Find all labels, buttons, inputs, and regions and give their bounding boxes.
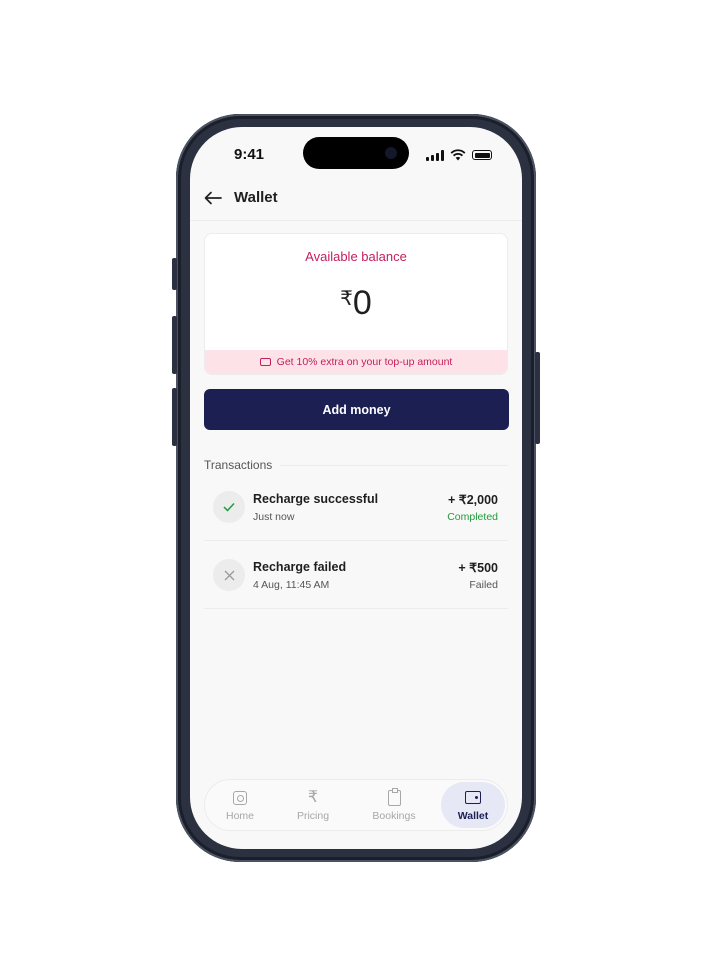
transaction-row[interactable]: Recharge successful Just now + ₹2,000 Co… — [204, 473, 508, 541]
arrow-left-icon[interactable] — [204, 189, 222, 209]
home-icon — [233, 789, 247, 807]
transaction-time: 4 Aug, 11:45 AM — [253, 579, 330, 591]
promo-text: Get 10% extra on your top-up amount — [276, 356, 453, 368]
transactions-title: Transactions — [204, 458, 273, 472]
x-icon — [213, 559, 245, 591]
transaction-status: Completed — [447, 511, 498, 523]
transaction-amount: + ₹500 — [458, 561, 498, 575]
promo-banner: Get 10% extra on your top-up amount — [205, 350, 507, 374]
clipboard-icon — [387, 787, 401, 807]
action-button — [172, 258, 177, 290]
transaction-status: Failed — [469, 579, 498, 591]
transaction-amount: + ₹2,000 — [447, 493, 498, 507]
tab-label: Pricing — [296, 809, 330, 822]
status-time: 9:41 — [234, 146, 265, 163]
balance-label: Available balance — [305, 249, 407, 264]
tab-wallet[interactable]: Wallet — [441, 782, 505, 828]
volume-up-button — [172, 316, 177, 374]
balance-value: 0 — [352, 284, 372, 322]
screen: 9:41 Wallet Available balance ₹0 Get 10%… — [190, 127, 522, 849]
signal-icon — [426, 149, 444, 161]
transactions-divider — [280, 465, 508, 466]
balance-card: Available balance ₹0 Get 10% extra on yo… — [204, 233, 508, 375]
transaction-row[interactable]: Recharge failed 4 Aug, 11:45 AM + ₹500 F… — [204, 541, 508, 609]
volume-down-button — [172, 388, 177, 446]
transaction-time: Just now — [253, 511, 295, 523]
tab-label: Bookings — [372, 809, 416, 822]
transaction-name: Recharge successful — [253, 492, 379, 506]
page-title: Wallet — [234, 189, 278, 206]
check-icon — [213, 491, 245, 523]
tab-bookings[interactable]: Bookings — [362, 780, 426, 830]
currency-symbol: ₹ — [340, 288, 353, 310]
tab-pricing[interactable]: ₹ Pricing — [281, 780, 345, 830]
power-button — [535, 352, 540, 444]
dynamic-island — [303, 137, 409, 169]
rupee-icon: ₹ — [307, 788, 319, 806]
header-divider — [190, 220, 522, 221]
bottom-tab-bar: Home ₹ Pricing Bookings Wallet — [204, 779, 508, 831]
tab-label: Wallet — [457, 809, 489, 822]
transaction-name: Recharge failed — [253, 560, 347, 574]
balance-amount: ₹0 — [205, 284, 507, 323]
tab-label: Home — [225, 809, 254, 822]
status-icons — [426, 149, 492, 161]
wallet-outline-icon — [259, 358, 271, 366]
wifi-icon — [450, 149, 466, 161]
tab-home[interactable]: Home — [208, 780, 272, 830]
battery-icon — [472, 150, 492, 160]
add-money-button[interactable]: Add money — [204, 389, 509, 430]
wallet-icon — [465, 789, 481, 807]
